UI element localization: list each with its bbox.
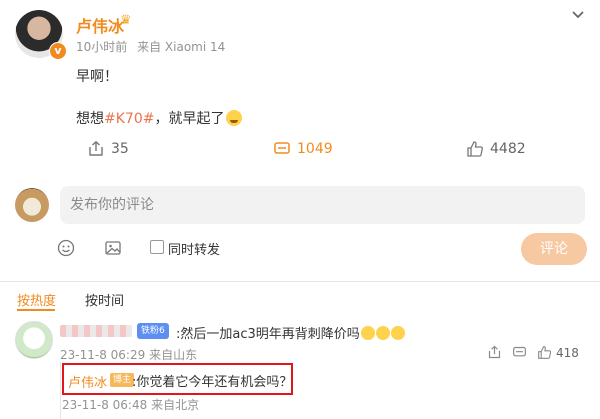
share-icon[interactable]: [487, 345, 502, 360]
comment-like-icon: [538, 346, 552, 359]
active-tab-underline: [17, 309, 55, 311]
repost-checkbox[interactable]: [150, 240, 164, 254]
post-text-line1: 早啊！: [76, 69, 118, 85]
submit-comment-button[interactable]: 评论: [521, 233, 587, 265]
tab-sort-time[interactable]: 按时间: [85, 290, 124, 309]
comment-location: 来自山东: [149, 348, 198, 362]
share-count: 35: [111, 141, 129, 157]
chevron-down-icon[interactable]: [570, 6, 586, 22]
comment-like-count: 418: [556, 345, 579, 360]
laugh-emoji-icon: [375, 326, 390, 340]
reply-location: 来自北京: [151, 398, 200, 412]
repost-label: 同时转发: [168, 243, 221, 258]
laugh-emoji-icon: [360, 326, 375, 340]
tab-sort-hot[interactable]: 按热度: [17, 290, 56, 309]
crown-icon: ♛: [120, 13, 132, 28]
comment-actions: 418: [487, 345, 579, 360]
post-text-prefix: 想想: [76, 111, 104, 127]
commenter-name-redacted[interactable]: [60, 325, 132, 337]
share-icon: [89, 140, 103, 156]
comment-text-body: :然后一加ac3明年再背刺降价吗: [176, 327, 360, 342]
comment-like-button[interactable]: 418: [537, 345, 579, 360]
reply-thread-line: [60, 362, 61, 419]
like-button[interactable]: 4482: [466, 140, 526, 158]
post-text-line2: 想想#K70#，就早起了: [76, 108, 243, 128]
emoji-icon[interactable]: [57, 239, 75, 257]
hashtag-link[interactable]: #K70#: [104, 111, 154, 127]
commenter-avatar[interactable]: [15, 321, 53, 359]
reply-author[interactable]: 卢伟冰: [68, 372, 107, 391]
comment-date: 23-11-8 06:29: [60, 348, 146, 362]
post-time[interactable]: 10小时前: [76, 40, 127, 54]
comment-input[interactable]: 发布你的评论: [60, 186, 585, 224]
like-count: 4482: [490, 141, 526, 157]
share-button[interactable]: 35: [87, 140, 129, 158]
reply-icon[interactable]: [512, 345, 527, 360]
comment-meta: 23-11-8 06:29 来自山东: [60, 346, 197, 363]
reply-date: 23-11-8 06:48: [62, 398, 148, 412]
smile-emoji-icon: [226, 110, 243, 126]
post-text-suffix: ，就早起了: [154, 111, 225, 127]
like-icon: [467, 141, 483, 157]
author-badge: 博主: [110, 373, 135, 387]
reply-meta: 23-11-8 06:48 来自北京: [62, 396, 199, 413]
laugh-emoji-icon: [390, 326, 405, 340]
reply-text: :你觉着它今年还有机会吗？: [132, 375, 293, 390]
image-icon[interactable]: [104, 239, 122, 257]
comment-icon: [274, 142, 290, 154]
comment-text: :然后一加ac3明年再背刺降价吗: [176, 323, 405, 342]
current-user-avatar: [15, 188, 49, 222]
comment-button[interactable]: 1049: [273, 140, 333, 158]
divider: [0, 281, 600, 282]
post-meta: 10小时前 来自 Xiaomi 14: [76, 38, 231, 55]
comment-count: 1049: [297, 141, 333, 157]
fan-badge: 铁粉6: [137, 323, 169, 339]
author-name[interactable]: 卢伟冰: [76, 13, 124, 37]
post-source: 来自 Xiaomi 14: [137, 40, 226, 54]
verified-icon: v: [49, 42, 67, 60]
